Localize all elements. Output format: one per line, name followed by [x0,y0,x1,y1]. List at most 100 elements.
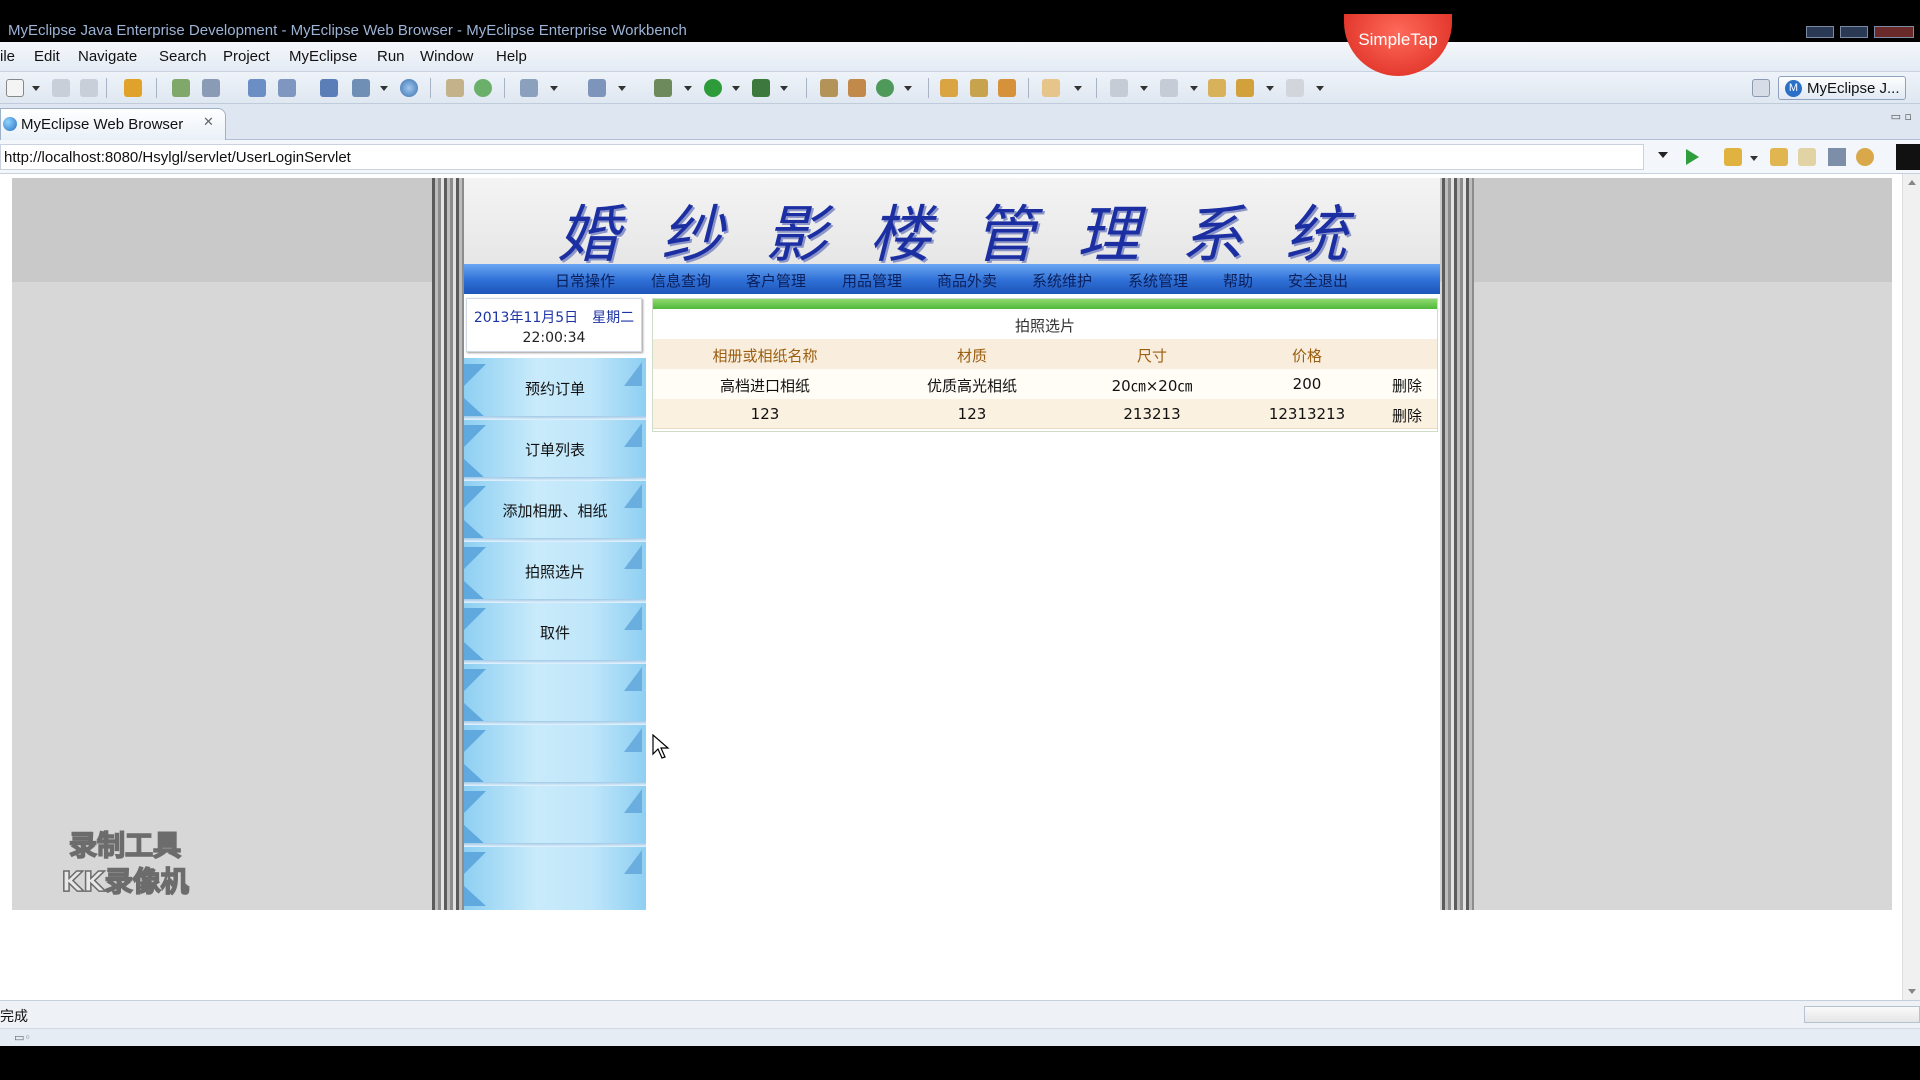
save-icon[interactable] [52,79,70,97]
forward-icon[interactable] [1286,79,1304,97]
refresh-dropdown-icon[interactable] [904,86,912,91]
deploy-dropdown-icon[interactable] [380,86,388,91]
left-menu-item[interactable]: 添加相册、相纸 [464,480,646,542]
connector-icon[interactable] [202,79,220,97]
nav-help[interactable]: 帮助 [1223,270,1253,291]
debug-icon[interactable] [654,79,672,97]
fast-view-icon[interactable]: ▭◦ [14,1031,31,1044]
delete-link[interactable]: 删除 [1377,405,1437,426]
next-annotation-icon[interactable] [1110,79,1128,97]
new-dropdown-icon[interactable] [32,86,40,91]
browser-back-icon[interactable] [1770,148,1788,166]
web-project-icon[interactable] [320,79,338,97]
menu-myeclipse[interactable]: MyEclipse [289,48,357,65]
browser-forward-icon[interactable] [1798,148,1816,166]
left-menu-item[interactable]: 订单列表 [464,419,646,481]
site-banner: 婚纱影楼管理系统 [464,178,1440,271]
server-icon[interactable] [172,79,190,97]
left-menu-item[interactable] [464,846,646,908]
close-window-button[interactable] [1874,26,1914,38]
nav-info-query[interactable]: 信息查询 [651,270,711,291]
left-menu-item[interactable] [464,663,646,725]
open-folder-icon[interactable] [940,79,958,97]
scroll-down-icon[interactable] [1908,989,1916,994]
left-menu-item[interactable]: 取件 [464,602,646,664]
vertical-scrollbar[interactable] [1902,174,1920,1000]
menu-run[interactable]: Run [377,48,405,65]
forward-dropdown-icon[interactable] [1316,86,1324,91]
site-title: 婚纱影楼管理系统 [556,198,1389,271]
scroll-up-icon[interactable] [1908,180,1916,185]
task-dropdown-icon[interactable] [618,86,626,91]
next-annotation-dropdown-icon[interactable] [1140,86,1148,91]
section-title: 拍照选片 [1014,317,1075,335]
external-tools-icon[interactable] [752,79,770,97]
open-resource-icon[interactable] [998,79,1016,97]
close-tab-icon[interactable]: ✕ [203,115,214,130]
menu-search[interactable]: Search [159,48,207,65]
new-icon[interactable] [6,79,24,97]
go-icon[interactable] [1686,149,1699,165]
add-icon[interactable] [474,79,492,97]
left-menu-item[interactable] [464,724,646,786]
perspective-switcher[interactable]: M MyEclipse J... [1778,76,1906,100]
snapshot-icon[interactable] [520,79,538,97]
nav-system-maintenance[interactable]: 系统维护 [1032,270,1092,291]
perspective-label: MyEclipse J... [1807,80,1900,97]
prev-annotation-icon[interactable] [1160,79,1178,97]
print-icon[interactable] [80,79,98,97]
task-icon[interactable] [588,79,606,97]
back-icon[interactable] [1236,79,1254,97]
run-icon[interactable] [704,79,722,97]
browser-icon[interactable] [400,79,418,97]
window-title-bar: MyEclipse Java Enterprise Development - … [0,0,1920,42]
annotation-dropdown-icon[interactable] [1074,86,1082,91]
stop-icon[interactable] [1828,148,1846,166]
open-perspective-icon[interactable] [1752,79,1770,97]
wizard-icon[interactable] [248,79,266,97]
nav-logout[interactable]: 安全退出 [1288,270,1348,291]
external-tools-dropdown-icon[interactable] [780,86,788,91]
annotation-icon[interactable] [1042,79,1060,97]
refresh-icon[interactable] [876,79,894,97]
last-edit-icon[interactable] [1208,79,1226,97]
menu-decor [464,886,486,906]
deploy-icon[interactable] [124,79,142,97]
menu-navigate[interactable]: Navigate [78,48,137,65]
search-files-icon[interactable] [970,79,988,97]
browser-panel-icon[interactable] [1896,144,1920,170]
url-history-dropdown-icon[interactable] [1658,152,1668,158]
left-menu-item[interactable]: 拍照选片 [464,541,646,603]
nav-system-management[interactable]: 系统管理 [1128,270,1188,291]
ejb-icon[interactable] [278,79,296,97]
nav-daily-operations[interactable]: 日常操作 [555,270,615,291]
run-dropdown-icon[interactable] [732,86,740,91]
menu-help[interactable]: Help [496,48,527,65]
menu-edit[interactable]: Edit [34,48,60,65]
tab-myeclipse-web-browser[interactable]: MyEclipse Web Browser ✕ [0,108,226,140]
menu-project[interactable]: Project [223,48,270,65]
nav-product-sales[interactable]: 商品外卖 [937,270,997,291]
minimize-button[interactable] [1806,26,1834,38]
open-type-icon[interactable] [446,79,464,97]
nav-customer-management[interactable]: 客户管理 [746,270,806,291]
nav-supplies-management[interactable]: 用品管理 [842,270,902,291]
prev-annotation-dropdown-icon[interactable] [1190,86,1198,91]
left-menu-item[interactable] [464,785,646,847]
refresh-page-icon[interactable] [1856,148,1874,166]
menu-file[interactable]: ile [0,48,15,65]
new-class-icon[interactable] [848,79,866,97]
left-menu-item[interactable]: 预约订单 [464,358,646,420]
url-input[interactable]: http://localhost:8080/Hsylgl/servlet/Use… [0,144,1644,170]
deploy-project-icon[interactable] [352,79,370,97]
debug-dropdown-icon[interactable] [684,86,692,91]
favorites-dropdown-icon[interactable] [1750,156,1758,161]
new-package-icon[interactable] [820,79,838,97]
maximize-button[interactable] [1840,26,1868,38]
snapshot-dropdown-icon[interactable] [550,86,558,91]
minimize-maximize-icon[interactable]: ▭ ▫ [1891,110,1912,123]
back-dropdown-icon[interactable] [1266,86,1274,91]
delete-link[interactable]: 删除 [1377,375,1437,396]
favorites-icon[interactable] [1724,148,1742,166]
menu-window[interactable]: Window [420,48,473,65]
